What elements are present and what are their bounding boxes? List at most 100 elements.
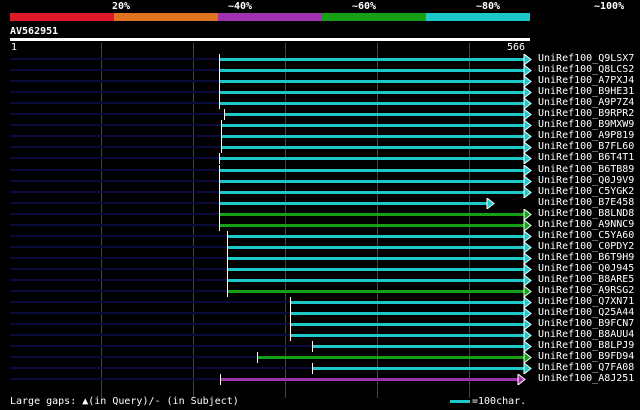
hit-graphic	[10, 220, 532, 231]
arrow-head-icon	[523, 187, 532, 198]
hit-graphic	[10, 352, 532, 363]
hit-label[interactable]: UniRef100_B6TB89	[538, 164, 634, 175]
alignment-start-tick	[219, 198, 220, 209]
hit-label[interactable]: UniRef100_Q25A44	[538, 307, 634, 318]
alignment-start-tick	[227, 275, 228, 286]
hit-label[interactable]: UniRef100_B6T4T1	[538, 152, 634, 163]
unaligned-segment	[10, 91, 220, 93]
arrow-head-icon	[523, 76, 532, 87]
hit-label[interactable]: UniRef100_Q0J9V9	[538, 175, 634, 186]
hit-graphic	[10, 54, 532, 65]
hit-label[interactable]: UniRef100_Q0J945	[538, 263, 634, 274]
hit-label[interactable]: UniRef100_Q8LCS2	[538, 64, 634, 75]
unaligned-segment	[10, 378, 221, 380]
alignment-start-tick	[219, 220, 220, 231]
alignment-bar	[228, 290, 524, 293]
hit-graphic	[10, 330, 532, 341]
legend-text: =100char.	[472, 396, 527, 407]
hit-label[interactable]: UniRef100_A9P819	[538, 130, 634, 141]
hit-label[interactable]: UniRef100_B9MXW9	[538, 119, 634, 130]
unaligned-segment	[10, 180, 220, 182]
arrow-head-icon	[523, 253, 532, 264]
alignment-bar	[221, 378, 518, 381]
alignment-start-tick	[227, 286, 228, 297]
hit-label[interactable]: UniRef100_C5YA60	[538, 230, 634, 241]
scale-segment-80	[322, 13, 426, 21]
alignment-bar	[220, 169, 524, 172]
alignment-bar	[220, 180, 524, 183]
arrow-head-icon	[523, 165, 532, 176]
hit-label[interactable]: UniRef100_A9RSG2	[538, 285, 634, 296]
alignment-start-tick	[219, 187, 220, 198]
hit-row[interactable]: UniRef100_A8J251	[0, 373, 640, 385]
alignment-bar	[258, 356, 524, 359]
hit-label[interactable]: UniRef100_A8J251	[538, 373, 634, 384]
hit-label[interactable]: UniRef100_A9P7Z4	[538, 97, 634, 108]
scale-label-60: ~60%	[352, 1, 377, 12]
unaligned-segment	[10, 157, 220, 159]
scale-segment-60	[218, 13, 322, 21]
hit-label[interactable]: UniRef100_B8LND8	[538, 208, 634, 219]
arrow-head-icon	[523, 231, 532, 242]
alignment-bar	[225, 113, 524, 116]
alignment-bar	[220, 202, 487, 205]
hit-label[interactable]: UniRef100_B8LPJ9	[538, 340, 634, 351]
hit-label[interactable]: UniRef100_B8ARE5	[538, 274, 634, 285]
arrow-head-icon	[523, 341, 532, 352]
hit-label[interactable]: UniRef100_Q9LSX7	[538, 53, 634, 64]
scale-legend: =100char.	[450, 396, 526, 407]
unaligned-segment	[10, 124, 222, 126]
scale-segment-40	[114, 13, 218, 21]
hit-label[interactable]: UniRef100_B7FL60	[538, 141, 634, 152]
hit-label[interactable]: UniRef100_B8AUU4	[538, 329, 634, 340]
alignment-start-tick	[227, 253, 228, 264]
hit-graphic	[10, 65, 532, 76]
unaligned-segment	[10, 235, 228, 237]
arrow-head-icon	[523, 98, 532, 109]
hit-graphic	[10, 165, 532, 176]
unaligned-segment	[10, 169, 220, 171]
unaligned-segment	[10, 334, 291, 336]
hit-graphic	[10, 231, 532, 242]
alignment-start-tick	[219, 176, 220, 187]
arrow-head-icon	[523, 264, 532, 275]
alignment-bar	[228, 279, 524, 282]
hit-row[interactable]: UniRef100_B6T4T1	[0, 152, 640, 164]
alignment-start-tick	[312, 363, 313, 374]
alignment-start-tick	[227, 231, 228, 242]
alignment-start-tick	[227, 264, 228, 275]
hit-label[interactable]: UniRef100_B7E458	[538, 197, 634, 208]
alignment-start-tick	[219, 87, 220, 98]
alignment-start-tick	[219, 165, 220, 176]
alignment-bar	[220, 224, 524, 227]
hit-label[interactable]: UniRef100_Q7FA08	[538, 362, 634, 373]
hit-label[interactable]: UniRef100_C0PDY2	[538, 241, 634, 252]
alignment-bar	[313, 345, 524, 348]
hit-label[interactable]: UniRef100_C5YGK2	[538, 186, 634, 197]
hit-label[interactable]: UniRef100_B6T9H9	[538, 252, 634, 263]
arrow-head-icon	[523, 65, 532, 76]
hit-graphic	[10, 198, 495, 209]
alignment-start-tick	[290, 319, 291, 330]
hit-graphic	[10, 341, 532, 352]
arrow-head-icon	[523, 109, 532, 120]
unaligned-segment	[10, 80, 220, 82]
hit-label[interactable]: UniRef100_B9FD94	[538, 351, 634, 362]
hit-label[interactable]: UniRef100_A9NNC9	[538, 219, 634, 230]
hit-graphic	[10, 297, 532, 308]
hit-label[interactable]: UniRef100_B9FCN7	[538, 318, 634, 329]
hit-graphic	[10, 363, 532, 374]
arrow-head-icon	[523, 153, 532, 164]
alignment-start-tick	[221, 131, 222, 142]
alignment-bar	[220, 80, 524, 83]
arrow-head-icon	[523, 330, 532, 341]
alignment-bar	[291, 312, 524, 315]
arrow-head-icon	[523, 131, 532, 142]
hit-label[interactable]: UniRef100_B9HE31	[538, 86, 634, 97]
alignment-start-tick	[221, 120, 222, 131]
hit-label[interactable]: UniRef100_A7PXJ4	[538, 75, 634, 86]
hit-label[interactable]: UniRef100_B9RPR2	[538, 108, 634, 119]
hit-label[interactable]: UniRef100_Q7XN71	[538, 296, 634, 307]
hit-graphic	[10, 131, 532, 142]
hit-graphic	[10, 308, 532, 319]
